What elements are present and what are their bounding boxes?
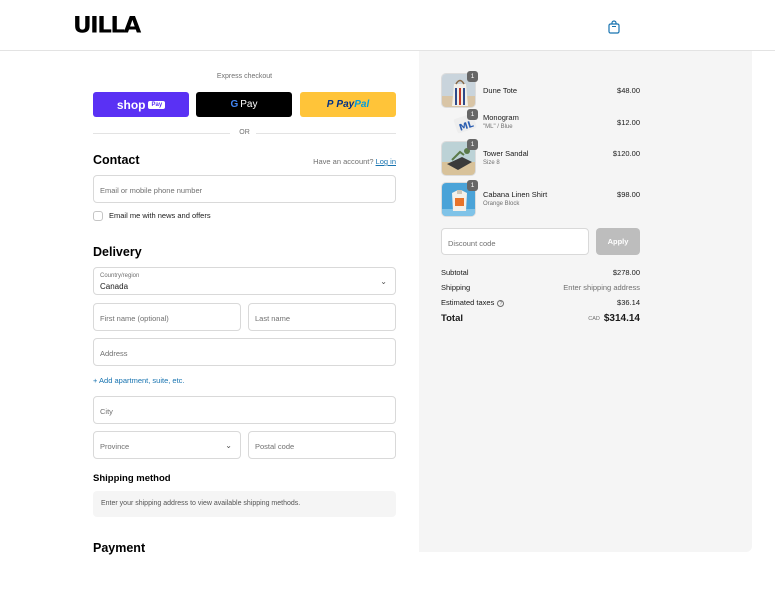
add-apartment-link[interactable]: + Add apartment, suite, etc. — [93, 376, 185, 385]
shop-pay-label: shop — [116, 97, 146, 112]
item-price: $120.00 — [612, 149, 640, 158]
quantity-badge: 1 — [467, 71, 478, 82]
contact-heading: Contact — [93, 153, 140, 167]
delivery-heading: Delivery — [93, 245, 142, 259]
shipping-method-message: Enter your shipping address to view avai… — [101, 500, 301, 507]
item-price: $98.00 — [617, 190, 640, 199]
paypal-pal-label: Pal — [354, 99, 370, 110]
shipping-method-notice: Enter your shipping address to view avai… — [93, 491, 396, 517]
postal-code-placeholder: Postal code — [255, 442, 295, 451]
postal-code-field[interactable]: Postal code — [248, 431, 396, 459]
cart-item: 1 Tower Sandal Size 8 $120.00 — [441, 139, 640, 177]
item-name: Cabana Linen Shirt — [483, 190, 548, 199]
address-placeholder: Address — [100, 349, 128, 358]
item-price: $48.00 — [617, 86, 640, 95]
apply-discount-button[interactable]: Apply — [596, 228, 640, 255]
first-name-field[interactable]: First name (optional) — [93, 303, 241, 331]
newsletter-label: Email me with news and offers — [109, 211, 211, 220]
info-icon[interactable]: ? — [497, 299, 505, 307]
chevron-down-icon: ⌄ — [380, 277, 387, 286]
country-label: Country/region — [100, 273, 140, 279]
paypal-pay-label: Pay — [336, 99, 355, 110]
brand-logo[interactable]: UILLA — [73, 15, 141, 38]
last-name-field[interactable]: Last name — [248, 303, 396, 331]
item-name: Tower Sandal — [483, 149, 529, 158]
province-select[interactable]: Province ⌄ — [93, 431, 241, 459]
shipping-value: Enter shipping address — [563, 283, 640, 292]
google-g-icon: G — [230, 99, 239, 110]
shopping-bag-icon[interactable] — [608, 20, 620, 34]
shop-pay-button[interactable]: shop Pay — [93, 92, 189, 117]
google-pay-label: Pay — [240, 99, 258, 110]
paypal-button[interactable]: P Pay Pal — [300, 92, 396, 117]
quantity-badge: 1 — [467, 139, 478, 150]
currency-code: CAD — [588, 316, 600, 323]
subtotal-label: Subtotal — [441, 268, 469, 277]
city-placeholder: City — [100, 407, 113, 416]
item-variant: Orange Block — [483, 201, 520, 207]
item-name: Monogram — [483, 113, 519, 122]
item-variant: Size 8 — [483, 160, 500, 166]
first-name-placeholder: First name (optional) — [100, 314, 169, 323]
account-prompt-text: Have an account? — [313, 157, 374, 166]
shop-pay-badge: Pay — [148, 100, 166, 109]
total-label: Total — [441, 313, 463, 324]
item-variant: "ML" / Blue — [483, 124, 513, 130]
shipping-label: Shipping — [441, 283, 471, 292]
account-prompt: Have an account? Log in — [313, 157, 396, 166]
or-divider: OR — [93, 128, 396, 138]
shipping-row: Shipping Enter shipping address — [441, 283, 640, 292]
payment-heading: Payment — [93, 541, 146, 555]
quantity-badge: 1 — [467, 109, 478, 120]
taxes-value: $36.14 — [617, 298, 640, 307]
login-link[interactable]: Log in — [376, 157, 396, 166]
shipping-method-heading: Shipping method — [93, 473, 171, 484]
newsletter-checkbox[interactable] — [93, 211, 103, 221]
total-row: Total CAD $314.14 — [441, 313, 640, 324]
city-field[interactable]: City — [93, 396, 396, 424]
address-field[interactable]: Address — [93, 338, 396, 366]
email-placeholder: Email or mobile phone number — [100, 186, 203, 195]
cart-item: 1 Dune Tote $48.00 — [441, 71, 640, 109]
google-pay-button[interactable]: G Pay — [196, 92, 292, 117]
chevron-down-icon: ⌄ — [225, 441, 232, 450]
taxes-label: Estimated taxes — [441, 298, 495, 307]
quantity-badge: 1 — [467, 180, 478, 191]
last-name-placeholder: Last name — [255, 314, 291, 323]
province-placeholder: Province — [100, 442, 130, 451]
email-field[interactable]: Email or mobile phone number — [93, 175, 396, 203]
or-text: OR — [239, 129, 250, 136]
subtotal-value: $278.00 — [612, 268, 640, 277]
item-price: $12.00 — [617, 118, 640, 127]
country-value: Canada — [100, 282, 129, 291]
discount-code-input[interactable]: Discount code — [441, 228, 589, 255]
paypal-p-icon: P — [326, 99, 334, 110]
express-checkout-title: Express checkout — [216, 73, 273, 80]
discount-placeholder: Discount code — [448, 239, 496, 248]
subtotal-row: Subtotal $278.00 — [441, 268, 640, 277]
total-value: $314.14 — [603, 313, 640, 324]
taxes-row: Estimated taxes? $36.14 — [441, 298, 640, 307]
item-name: Dune Tote — [483, 86, 518, 95]
header: UILLA — [0, 0, 775, 51]
country-select[interactable]: Country/region Canada ⌄ — [93, 267, 396, 295]
cart-item: 1 Cabana Linen Shirt Orange Block $98.00 — [441, 180, 640, 218]
